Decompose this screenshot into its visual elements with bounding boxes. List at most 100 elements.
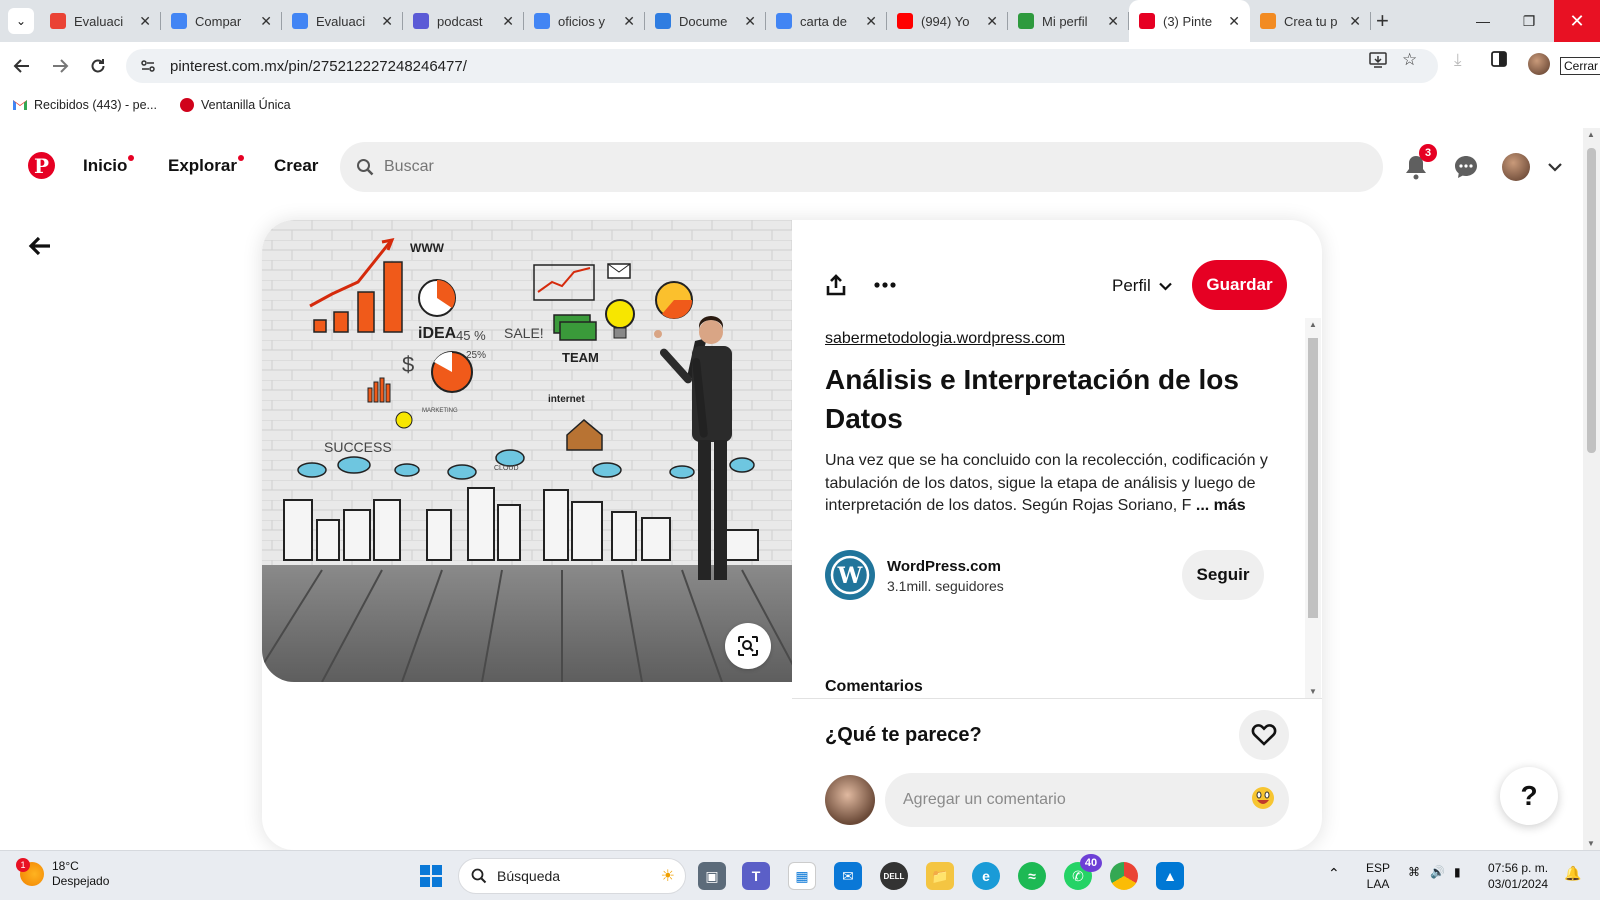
chevron-up-icon[interactable]: ⌃ <box>1328 865 1340 882</box>
chrome-icon[interactable] <box>1110 862 1138 890</box>
close-chip[interactable]: Cerrar <box>1560 57 1600 75</box>
notifications-button[interactable]: 3 <box>1401 144 1437 182</box>
store-icon[interactable]: ▦ <box>788 862 816 890</box>
creator-name[interactable]: WordPress.com <box>887 558 1001 575</box>
close-tab-icon[interactable]: ✕ <box>1107 13 1119 30</box>
close-tab-icon[interactable]: ✕ <box>260 13 272 30</box>
account-button[interactable] <box>1501 152 1531 182</box>
dell-icon[interactable]: DELL <box>880 862 908 890</box>
scroll-down-arrow[interactable]: ▼ <box>1587 839 1595 848</box>
back-button[interactable] <box>10 54 34 78</box>
tab-title: podcast <box>437 13 483 29</box>
close-tab-icon[interactable]: ✕ <box>1349 13 1361 30</box>
browser-tab[interactable]: Evaluaci ✕ <box>40 0 161 42</box>
reload-button[interactable] <box>86 54 110 78</box>
close-tab-icon[interactable]: ✕ <box>865 13 877 30</box>
close-tab-icon[interactable]: ✕ <box>986 13 998 30</box>
more-options-button[interactable] <box>870 270 900 300</box>
url-text[interactable]: pinterest.com.mx/pin/275212227248246477/ <box>170 58 467 75</box>
side-panel-icon[interactable] <box>1490 50 1508 73</box>
pinterest-logo[interactable]: P <box>28 152 55 179</box>
search-bar[interactable] <box>340 142 1383 192</box>
nav-create[interactable]: Crear <box>274 156 318 176</box>
bookmark-star-icon[interactable]: ☆ <box>1402 50 1417 70</box>
nav-home[interactable]: Inicio <box>83 155 135 176</box>
taskbar-search[interactable]: Búsqueda ☀ <box>458 858 686 894</box>
browser-tab[interactable]: (994) Yo ✕ <box>887 0 1008 42</box>
accounts-menu-button[interactable] <box>1540 152 1570 182</box>
close-window-button[interactable]: ✕ <box>1554 0 1600 42</box>
browser-tab[interactable]: podcast ✕ <box>403 0 524 42</box>
volume-icon[interactable]: 🔊 <box>1430 865 1445 879</box>
creator-avatar[interactable]: W <box>825 550 875 600</box>
comment-box[interactable] <box>885 773 1289 827</box>
battery-icon[interactable]: ▮ <box>1454 865 1461 879</box>
photos-icon[interactable]: ▲ <box>1156 862 1184 890</box>
site-info-icon[interactable] <box>140 58 156 74</box>
browser-tab[interactable]: Docume ✕ <box>645 0 766 42</box>
bookmark-gmail[interactable]: Recibidos (443) - pe... <box>12 97 157 113</box>
search-input[interactable] <box>384 158 1284 176</box>
close-tab-icon[interactable]: ✕ <box>381 13 393 30</box>
messages-button[interactable] <box>1451 152 1481 182</box>
browser-tab[interactable]: carta de ✕ <box>766 0 887 42</box>
scroll-up-arrow[interactable]: ▲ <box>1309 320 1317 329</box>
start-button[interactable] <box>417 862 445 890</box>
weather-text: 18°C Despejado <box>52 859 109 889</box>
browser-tab[interactable]: (3) Pinte ✕ <box>1129 0 1250 42</box>
address-bar[interactable]: pinterest.com.mx/pin/275212227248246477/ <box>126 49 1438 83</box>
scroll-down-arrow[interactable]: ▼ <box>1309 687 1317 696</box>
react-button[interactable] <box>1239 710 1289 760</box>
whatsapp-icon[interactable]: ✆ 40 <box>1064 854 1102 890</box>
new-tab-button[interactable]: + <box>1376 8 1389 34</box>
more-link[interactable]: ... más <box>1196 497 1246 514</box>
follow-button[interactable]: Seguir <box>1182 550 1264 600</box>
board-selector[interactable]: Perfil <box>1112 276 1173 296</box>
language-indicator[interactable]: ESP LAA <box>1366 860 1390 892</box>
task-view-icon[interactable]: ▣ <box>698 862 726 890</box>
browser-tab[interactable]: Evaluaci ✕ <box>282 0 403 42</box>
wifi-icon[interactable]: ⌘ <box>1408 865 1420 879</box>
download-icon[interactable]: ⤓ <box>1454 50 1462 70</box>
source-link[interactable]: sabermetodologia.wordpress.com <box>825 330 1065 348</box>
edge-icon[interactable]: e <box>972 862 1000 890</box>
tab-search-button[interactable]: ⌄ <box>8 8 34 34</box>
emoji-icon[interactable] <box>1251 786 1275 816</box>
minimize-button[interactable]: — <box>1460 0 1506 42</box>
visual-search-button[interactable] <box>725 623 771 669</box>
clock[interactable]: 07:56 p. m. 03/01/2024 <box>1488 860 1548 892</box>
close-tab-icon[interactable]: ✕ <box>502 13 514 30</box>
page-scrollbar[interactable]: ▲ ▼ <box>1583 128 1600 850</box>
install-app-icon[interactable] <box>1368 50 1388 75</box>
scroll-up-arrow[interactable]: ▲ <box>1587 130 1595 139</box>
browser-tab[interactable]: oficios y ✕ <box>524 0 645 42</box>
scrollbar-thumb[interactable] <box>1308 338 1318 618</box>
file-explorer-icon[interactable]: 📁 <box>926 862 954 890</box>
save-button[interactable]: Guardar <box>1192 260 1287 310</box>
close-tab-icon[interactable]: ✕ <box>139 13 151 30</box>
close-tab-icon[interactable]: ✕ <box>1228 13 1240 30</box>
forward-button[interactable] <box>48 54 72 78</box>
bookmark-ventanilla[interactable]: Ventanilla Única <box>179 97 291 113</box>
details-scrollbar[interactable]: ▲ ▼ <box>1305 318 1321 698</box>
browser-tab[interactable]: Mi perfil ✕ <box>1008 0 1129 42</box>
mail-icon[interactable]: ✉ <box>834 862 862 890</box>
close-tab-icon[interactable]: ✕ <box>623 13 635 30</box>
back-arrow-button[interactable] <box>28 234 58 264</box>
teams-icon[interactable]: T <box>742 862 770 890</box>
weather-widget[interactable]: 1 18°C Despejado <box>16 858 109 889</box>
comment-input[interactable] <box>903 791 1233 809</box>
profile-avatar[interactable] <box>1528 53 1550 75</box>
share-button[interactable] <box>821 270 851 300</box>
browser-tab[interactable]: Crea tu p ✕ <box>1250 0 1371 42</box>
nav-explore[interactable]: Explorar <box>168 155 244 176</box>
help-button[interactable]: ? <box>1500 767 1558 825</box>
close-tab-icon[interactable]: ✕ <box>744 13 756 30</box>
pin-image[interactable]: WWW iDEA 45 % SALE! TEAM internet SUCCES… <box>262 220 792 682</box>
notification-bell-icon[interactable]: 🔔 <box>1564 865 1581 882</box>
scrollbar-thumb[interactable] <box>1587 148 1596 453</box>
restore-button[interactable]: ❐ <box>1506 0 1552 42</box>
pin-illustration: WWW iDEA 45 % SALE! TEAM internet SUCCES… <box>262 220 792 682</box>
spotify-icon[interactable]: ≈ <box>1018 862 1046 890</box>
browser-tab[interactable]: Compar ✕ <box>161 0 282 42</box>
